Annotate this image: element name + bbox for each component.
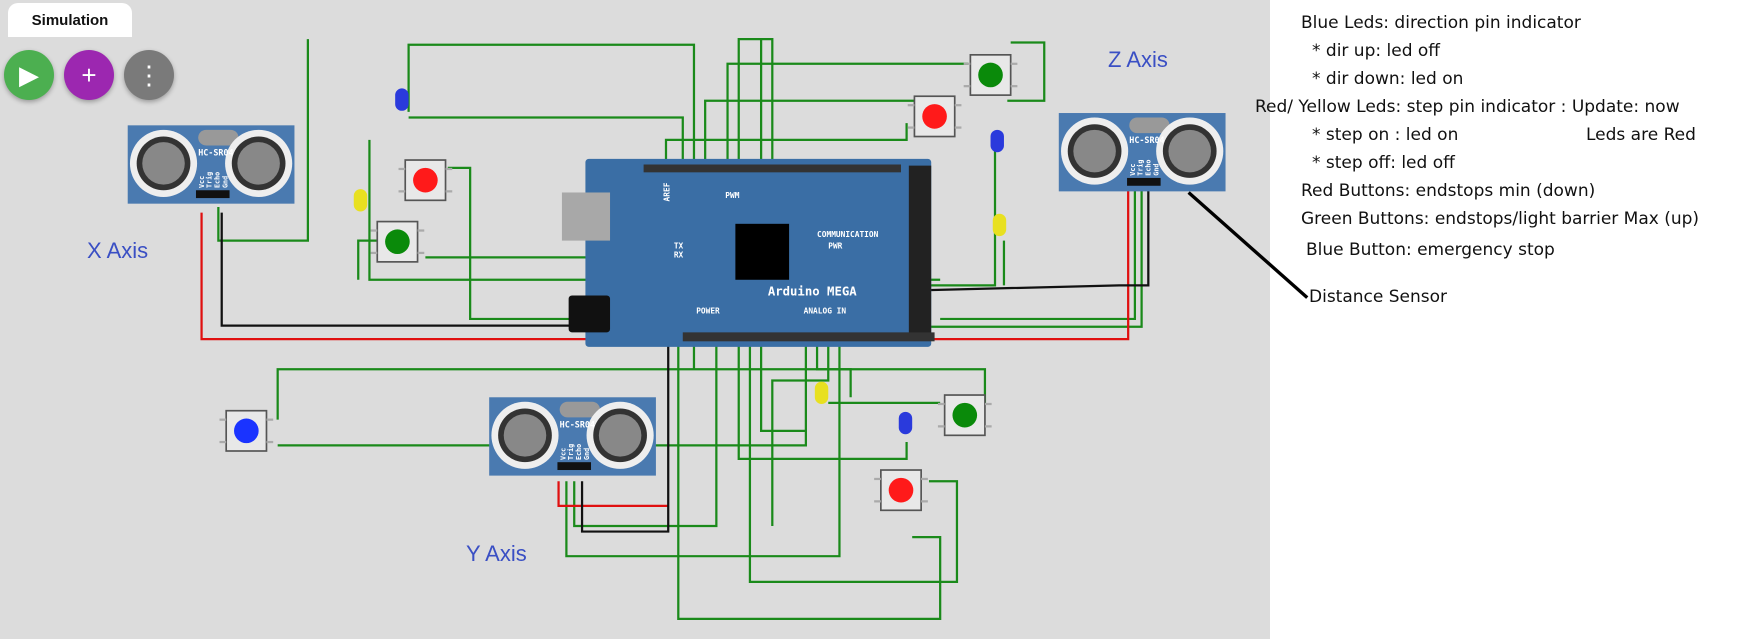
arduino-pwm-label: PWM: [725, 191, 739, 200]
wire: [1007, 41, 1046, 102]
note-step-on: * step on : led on: [1312, 125, 1459, 145]
yellow-led-step[interactable]: [353, 189, 368, 212]
sensor-pin-vcc-label: Vcc: [559, 448, 567, 460]
arduino-tx-label: TX: [674, 241, 684, 250]
distance-sensor-z[interactable]: HC-SR04 Vcc Trig Echo Gnd: [1058, 113, 1226, 192]
note-distance-sensor: Distance Sensor: [1309, 287, 1448, 307]
x-axis-label: X Axis: [87, 238, 149, 263]
green-button-endstop-max[interactable]: [962, 53, 1019, 97]
note-dir-down: * dir down: led on: [1312, 69, 1464, 89]
yellow-led-step[interactable]: [814, 381, 829, 404]
add-button[interactable]: +: [64, 50, 114, 100]
arduino-communication-label: COMMUNICATION: [817, 230, 879, 239]
simulation-tab[interactable]: Simulation: [8, 3, 132, 37]
chip: [735, 223, 790, 280]
more-vertical-icon: ⋮: [136, 59, 162, 90]
note-leds-are-red: Leds are Red: [1586, 125, 1696, 145]
red-button-endstop-min[interactable]: [906, 95, 963, 138]
red-button-endstop-min[interactable]: [873, 468, 929, 512]
note-green-buttons: Green Buttons: endstops/light barrier Ma…: [1301, 209, 1700, 229]
distance-sensor-y[interactable]: HC-SR04 Vcc Trig Echo Gnd: [489, 397, 656, 476]
green-button-endstop-max[interactable]: [936, 393, 993, 437]
sensor-model-label: HC-SR04: [198, 148, 233, 158]
yellow-led-step[interactable]: [992, 213, 1007, 237]
sensor-pin-echo-label: Echo: [1145, 160, 1153, 176]
blue-led-direction[interactable]: [395, 88, 409, 111]
y-axis-label: Y Axis: [466, 541, 527, 566]
wire: [940, 190, 1137, 321]
sensor-pin-echo-label: Echo: [213, 172, 221, 188]
sensor-pin-gnd-label: Gnd: [1152, 164, 1160, 176]
bottom-header: [682, 332, 935, 342]
blue-led-direction[interactable]: [990, 129, 1004, 153]
note-step-off: * step off: led off: [1312, 153, 1455, 173]
digital-header: [908, 165, 932, 334]
note-red-buttons: Red Buttons: endstops min (down): [1301, 181, 1596, 201]
arduino-rx-label: RX: [674, 250, 684, 259]
sensor-pin-trig-label: Trig: [567, 444, 575, 460]
play-button[interactable]: ▶: [4, 50, 54, 100]
arduino-aref-label: AREF: [662, 182, 671, 201]
green-button-endstop-max[interactable]: [369, 220, 426, 263]
sensor-pin-trig-label: Trig: [206, 172, 214, 188]
z-axis-label: Z Axis: [1108, 47, 1168, 72]
sensor-pin-echo-label: Echo: [575, 444, 583, 460]
arduino-mega-board[interactable]: AREF PWM COMMUNICATION PWR Arduino MEGA …: [561, 158, 935, 347]
sensor-model-label: HC-SR04: [1129, 135, 1164, 145]
sensor-pin-vcc-label: Vcc: [1129, 164, 1137, 176]
arduino-analog-label: ANALOG IN: [804, 306, 847, 315]
distance-sensor-pointer: [1187, 191, 1309, 299]
plus-icon: +: [81, 59, 97, 90]
distance-sensor-x[interactable]: HC-SR04 Vcc Trig Echo Gnd: [127, 125, 295, 204]
note-blue-button: Blue Button: emergency stop: [1306, 240, 1555, 260]
sensor-pin-gnd-label: Gnd: [583, 448, 591, 460]
note-red-yellow-leds: Red/ Yellow Leds: step pin indicator : U…: [1255, 97, 1680, 117]
arduino-power-label: POWER: [696, 306, 720, 315]
sensor-pin-vcc-label: Vcc: [198, 176, 206, 188]
blue-led-direction[interactable]: [898, 411, 913, 435]
sensor-pin-trig-label: Trig: [1137, 160, 1145, 176]
note-dir-up: * dir up: led off: [1312, 41, 1440, 61]
power-jack: [568, 295, 611, 333]
sensor-pin-gnd-label: Gnd: [221, 176, 229, 188]
top-header: [643, 164, 902, 173]
red-button-endstop-min[interactable]: [397, 158, 454, 202]
circuit-diagram[interactable]: AREF PWM COMMUNICATION PWR Arduino MEGA …: [0, 0, 1755, 639]
note-blue-leds: Blue Leds: direction pin indicator: [1301, 13, 1581, 33]
blue-button-emergency-stop[interactable]: [218, 409, 275, 453]
more-button[interactable]: ⋮: [124, 50, 174, 100]
play-icon: ▶: [19, 59, 39, 90]
sensor-model-label: HC-SR04: [560, 419, 595, 429]
arduino-pwr-label: PWR: [828, 241, 842, 250]
usb-port: [561, 192, 611, 241]
arduino-name: Arduino MEGA: [768, 284, 857, 298]
